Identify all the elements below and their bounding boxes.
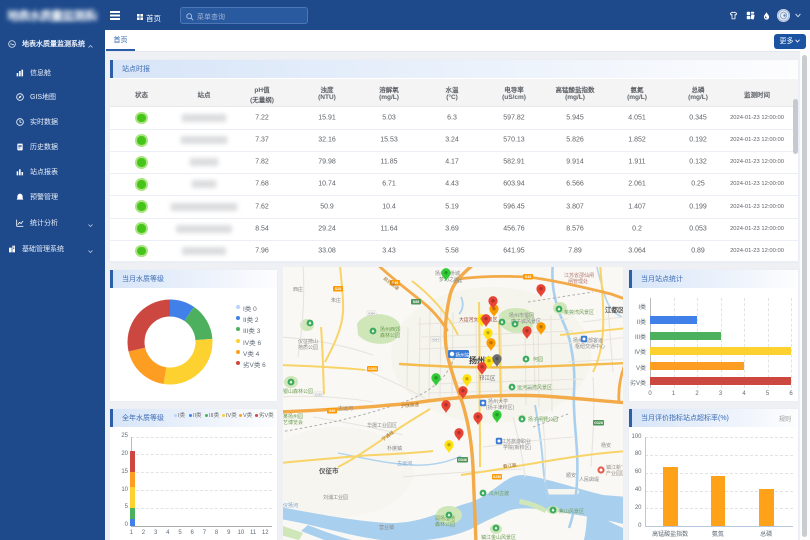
svg-text:江苏旅游职业: 江苏旅游职业	[501, 438, 531, 445]
svg-text:G328: G328	[594, 421, 603, 425]
svg-text:古运河: 古运河	[338, 405, 353, 412]
svg-text:刘浦工业园: 刘浦工业园	[323, 494, 348, 501]
svg-text:产业园区: 产业园区	[606, 470, 623, 477]
svg-text:仪征捺山: 仪征捺山	[298, 338, 318, 345]
svg-text:运河三湾风景区: 运河三湾风景区	[517, 384, 552, 391]
svg-text:顺安: 顺安	[566, 472, 576, 479]
svg-text:某扬州园: 某扬州园	[283, 413, 303, 420]
svg-text:扬州东部客运: 扬州东部客运	[573, 337, 603, 344]
svg-text:何园: 何园	[533, 356, 543, 363]
svg-text:森林公园: 森林公园	[435, 521, 455, 528]
svg-text:朴席镇: 朴席镇	[387, 445, 402, 452]
svg-text:G346: G346	[458, 458, 467, 462]
svg-text:地质公园: 地质公园	[298, 344, 318, 351]
svg-text:S236: S236	[493, 475, 501, 479]
svg-text:G40: G40	[329, 409, 336, 413]
svg-text:扬子闸野公园: 扬子闸野公园	[528, 416, 558, 423]
svg-text:艺博览会: 艺博览会	[283, 419, 303, 426]
svg-text:扬州站: 扬州站	[456, 351, 470, 358]
svg-text:枢纽交通中心: 枢纽交通中心	[575, 343, 605, 350]
svg-text:焦山风景区: 焦山风景区	[559, 508, 584, 515]
svg-text:S28: S28	[335, 287, 341, 291]
svg-text:茱萸湾风景区: 茱萸湾风景区	[564, 309, 594, 316]
svg-text:扬州西郊: 扬州西郊	[380, 326, 400, 333]
svg-text:X306: X306	[368, 312, 375, 316]
svg-text:X204: X204	[432, 338, 439, 342]
svg-text:华摄工业园区: 华摄工业园区	[367, 422, 397, 429]
svg-text:江苏省邵仙闸: 江苏省邵仙闸	[564, 272, 594, 279]
svg-text:S89: S89	[413, 300, 419, 304]
svg-text:闸管理处: 闸管理处	[568, 278, 588, 285]
svg-text:S49: S49	[525, 275, 531, 279]
svg-text:仪扬河: 仪扬河	[283, 502, 298, 509]
svg-text:学院(新校区): 学院(新校区)	[503, 444, 532, 451]
svg-text:扬州市蜀冈: 扬州市蜀冈	[509, 312, 534, 319]
svg-text:江都区: 江都区	[605, 305, 623, 314]
svg-text:仪征市: 仪征市	[318, 466, 339, 475]
svg-text:邗江区: 邗江区	[479, 374, 496, 382]
svg-text:杨安: 杨安	[601, 442, 611, 449]
svg-text:森林公园: 森林公园	[380, 332, 400, 339]
svg-text:S125: S125	[315, 393, 322, 397]
svg-text:S353: S353	[368, 367, 376, 371]
svg-text:人民囱堤: 人民囱堤	[579, 476, 599, 483]
svg-text:镇江新下: 镇江新下	[606, 464, 623, 471]
svg-text:银山森林公园: 银山森林公园	[283, 388, 313, 395]
svg-text:镇江金山风景区: 镇江金山风景区	[481, 534, 516, 540]
svg-text:瓜州古渡: 瓜州古渡	[489, 490, 509, 497]
svg-text:营业镇: 营业镇	[379, 524, 394, 531]
svg-text:西庄: 西庄	[293, 286, 303, 293]
svg-text:扬州大学: 扬州大学	[488, 398, 508, 405]
svg-text:古运河: 古运河	[397, 460, 412, 467]
svg-text:(扬子津校区): (扬子津校区)	[486, 404, 515, 411]
svg-text:朱庄: 朱庄	[331, 297, 341, 304]
